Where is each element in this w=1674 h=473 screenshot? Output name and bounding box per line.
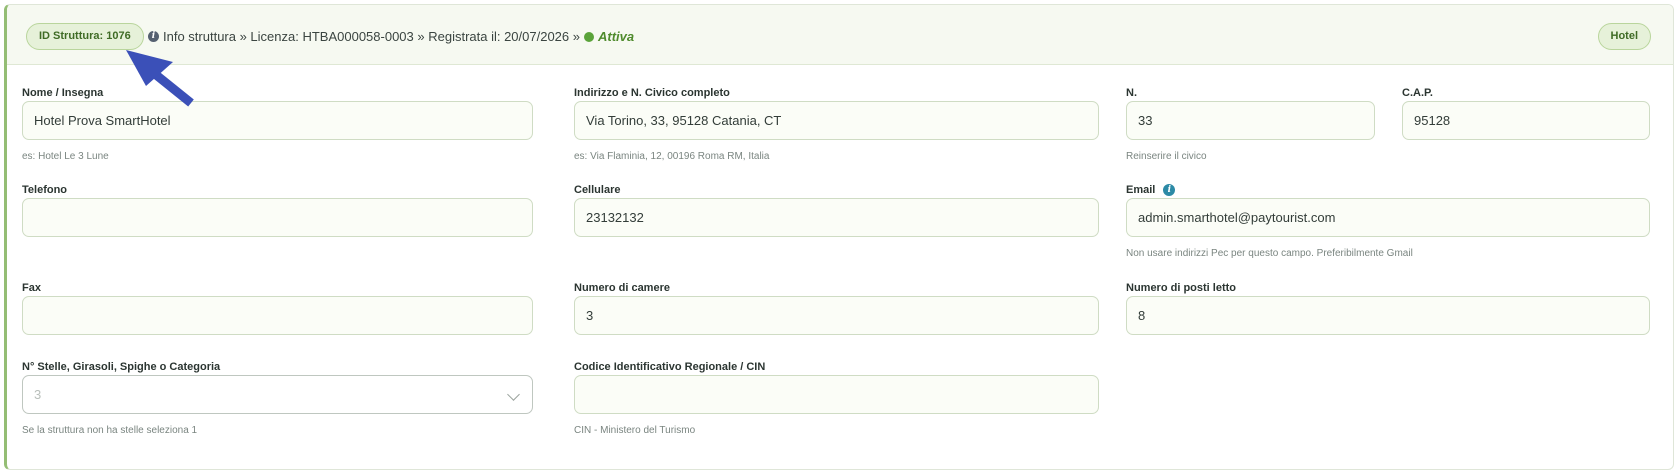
indirizzo-help: es: Via Flaminia, 12, 00196 Roma RM, Ita… [574, 151, 770, 162]
posti-letto-input[interactable]: 8 [1126, 296, 1650, 335]
stelle-selected-value: 3 [34, 387, 42, 402]
field-fax: Fax [22, 282, 533, 335]
cin-help: CIN - Ministero del Turismo [574, 425, 696, 436]
status-text: Attiva [597, 29, 635, 44]
info-circle-icon[interactable]: i [1163, 184, 1176, 196]
email-help: Non usare indirizzi Pec per questo campo… [1126, 248, 1413, 259]
chevron-down-icon [507, 388, 520, 401]
indirizzo-input[interactable]: Via Torino, 33, 95128 Catania, CT [574, 101, 1099, 140]
field-telefono: Telefono [22, 184, 533, 237]
camere-label: Numero di camere [574, 282, 670, 294]
structure-info-text: Info struttura » Licenza: HTBA000058-000… [163, 29, 580, 44]
field-email: Email i admin.smarthotel@paytourist.com … [1126, 184, 1650, 259]
field-cin: Codice Identificativo Regionale / CIN CI… [574, 361, 1099, 436]
cin-label: Codice Identificativo Regionale / CIN [574, 361, 766, 373]
cellulare-label: Cellulare [574, 184, 621, 196]
fax-label: Fax [22, 282, 41, 294]
telefono-label: Telefono [22, 184, 68, 196]
structure-id-badge: ID Struttura: 1076 [26, 23, 144, 50]
cin-input[interactable] [574, 375, 1099, 414]
camere-input[interactable]: 3 [574, 296, 1099, 335]
numero-label: N. [1126, 87, 1137, 99]
field-indirizzo: Indirizzo e N. Civico completo Via Torin… [574, 87, 1099, 162]
cap-input[interactable]: 95128 [1402, 101, 1650, 140]
numero-help: Reinserire il civico [1126, 151, 1207, 162]
cellulare-input[interactable]: 23132132 [574, 198, 1099, 237]
info-circle-icon: i [148, 31, 159, 42]
field-stelle: N° Stelle, Girasoli, Spighe o Categoria … [22, 361, 533, 436]
telefono-input[interactable] [22, 198, 533, 237]
structure-type-badge: Hotel [1597, 23, 1651, 50]
card-header: ID Struttura: 1076 i Info struttura » Li… [7, 5, 1673, 65]
field-posti-letto: Numero di posti letto 8 [1126, 282, 1650, 335]
stelle-select[interactable]: 3 [22, 375, 533, 414]
field-camere: Numero di camere 3 [574, 282, 1099, 335]
stelle-label: N° Stelle, Girasoli, Spighe o Categoria [22, 361, 221, 373]
stelle-help: Se la struttura non ha stelle seleziona … [22, 425, 198, 436]
nome-label: Nome / Insegna [22, 87, 104, 99]
nome-help: es: Hotel Le 3 Lune [22, 151, 109, 162]
email-label: Email [1126, 184, 1156, 196]
cap-label: C.A.P. [1402, 87, 1433, 99]
field-nome: Nome / Insegna Hotel Prova SmartHotel es… [22, 87, 533, 162]
structure-info: i Info struttura » Licenza: HTBA000058-0… [148, 29, 634, 44]
field-cap: C.A.P. 95128 [1402, 87, 1650, 140]
fax-input[interactable] [22, 296, 533, 335]
numero-input[interactable]: 33 [1126, 101, 1375, 140]
nome-input[interactable]: Hotel Prova SmartHotel [22, 101, 533, 140]
field-cellulare: Cellulare 23132132 [574, 184, 1099, 237]
field-numero: N. 33 Reinserire il civico [1126, 87, 1375, 162]
status-dot-icon [583, 31, 594, 42]
email-input[interactable]: admin.smarthotel@paytourist.com [1126, 198, 1650, 237]
posti-letto-label: Numero di posti letto [1126, 282, 1236, 294]
email-label-row: Email i [1126, 184, 1650, 196]
indirizzo-label: Indirizzo e N. Civico completo [574, 87, 730, 99]
